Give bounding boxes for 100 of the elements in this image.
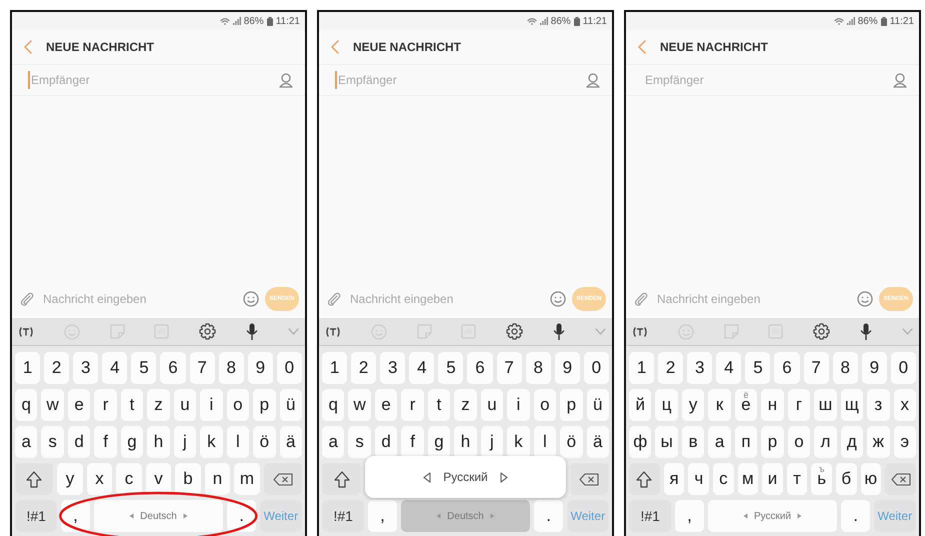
key[interactable]: 8 — [526, 352, 551, 384]
message-field[interactable]: Nachricht eingeben — [347, 290, 544, 308]
key[interactable]: d — [68, 426, 90, 458]
key[interactable]: e — [374, 389, 398, 421]
key[interactable]: q — [322, 389, 344, 421]
key[interactable]: s — [41, 426, 64, 458]
key[interactable]: ö — [253, 426, 276, 458]
key[interactable]: r — [401, 389, 424, 421]
key[interactable]: в — [682, 426, 704, 458]
settings-button[interactable] — [506, 323, 524, 340]
message-field[interactable]: Nachricht eingeben — [40, 290, 237, 308]
key[interactable]: 6 — [160, 352, 186, 384]
key[interactable]: щ — [840, 389, 864, 421]
key[interactable]: й — [629, 389, 652, 421]
key[interactable]: y — [57, 463, 83, 495]
key[interactable]: d — [374, 426, 398, 458]
back-button[interactable] — [638, 40, 646, 54]
key[interactable]: п — [734, 426, 758, 458]
recipient-field[interactable]: Empfänger — [28, 71, 279, 89]
key[interactable]: j — [174, 426, 196, 458]
key[interactable]: b — [175, 463, 201, 495]
collapse-button[interactable] — [594, 328, 606, 335]
key[interactable]: l — [534, 426, 556, 458]
key[interactable]: л — [814, 426, 837, 458]
key[interactable]: 1 — [15, 352, 40, 384]
key[interactable]: g — [120, 426, 144, 458]
shift-key[interactable] — [322, 463, 362, 495]
key[interactable]: ъь — [811, 463, 832, 495]
key[interactable]: f — [94, 426, 117, 458]
recipient-field[interactable]: Empfänger — [642, 71, 893, 89]
key[interactable]: f — [401, 426, 424, 458]
key[interactable]: ж — [867, 426, 890, 458]
shift-key[interactable] — [629, 463, 660, 495]
key[interactable]: и — [762, 463, 783, 495]
key[interactable]: ü — [586, 389, 609, 421]
key[interactable]: ш — [814, 389, 837, 421]
key[interactable]: z — [147, 389, 170, 421]
key[interactable]: u — [174, 389, 196, 421]
key[interactable]: 7 — [496, 352, 522, 384]
key[interactable]: ф — [629, 426, 652, 458]
key[interactable]: 0 — [276, 352, 302, 384]
key[interactable]: 4 — [716, 352, 742, 384]
key[interactable]: 3 — [380, 352, 406, 384]
back-button[interactable] — [24, 40, 32, 54]
emoji-button[interactable] — [243, 291, 259, 307]
key[interactable]: о — [788, 426, 810, 458]
key[interactable]: 3 — [73, 352, 98, 384]
key[interactable]: я — [664, 463, 684, 495]
key[interactable]: 5 — [745, 352, 770, 384]
message-field[interactable]: Nachricht eingeben — [654, 290, 851, 308]
key[interactable]: c — [116, 463, 142, 495]
key[interactable]: м — [738, 463, 758, 495]
key[interactable]: x — [86, 463, 112, 495]
key[interactable]: н — [761, 389, 784, 421]
key[interactable]: i — [200, 389, 223, 421]
attach-button[interactable] — [634, 292, 648, 306]
backspace-key[interactable] — [570, 463, 609, 495]
key[interactable]: t — [428, 389, 450, 421]
key[interactable]: г — [788, 389, 810, 421]
key[interactable]: 2 — [44, 352, 70, 384]
key[interactable]: j — [480, 426, 504, 458]
key[interactable]: ä — [586, 426, 609, 458]
key[interactable]: 4 — [102, 352, 128, 384]
key[interactable]: б — [836, 463, 856, 495]
key[interactable]: 9 — [554, 352, 580, 384]
key[interactable]: ü — [280, 389, 302, 421]
key[interactable]: o — [226, 389, 250, 421]
settings-button[interactable] — [813, 323, 830, 340]
symbols-key[interactable]: !#1 — [322, 500, 364, 532]
key[interactable]: 3 — [687, 352, 712, 384]
key[interactable]: . — [841, 500, 870, 532]
attach-button[interactable] — [20, 292, 34, 306]
key[interactable]: с — [713, 463, 734, 495]
key[interactable]: д — [840, 426, 864, 458]
key[interactable]: 4 — [409, 352, 434, 384]
key[interactable]: w — [41, 389, 64, 421]
key[interactable]: 6 — [774, 352, 800, 384]
key[interactable]: 1 — [629, 352, 654, 384]
key[interactable]: ä — [280, 426, 302, 458]
symbols-key[interactable]: !#1 — [629, 500, 672, 532]
key[interactable]: s — [348, 426, 371, 458]
key[interactable]: 5 — [131, 352, 156, 384]
key[interactable]: l — [226, 426, 250, 458]
key[interactable]: у — [682, 389, 704, 421]
microphone-button[interactable] — [553, 323, 566, 340]
key[interactable]: k — [507, 426, 530, 458]
key[interactable]: t — [120, 389, 144, 421]
key[interactable]: х — [894, 389, 916, 421]
key[interactable]: 5 — [438, 352, 464, 384]
key[interactable]: r — [94, 389, 117, 421]
key[interactable]: э — [894, 426, 916, 458]
collapse-button[interactable] — [902, 328, 913, 335]
key[interactable]: a — [15, 426, 38, 458]
attach-button[interactable] — [327, 292, 341, 306]
key[interactable]: ы — [655, 426, 678, 458]
key[interactable]: p — [253, 389, 276, 421]
key[interactable]: а — [708, 426, 731, 458]
key[interactable]: з — [867, 389, 890, 421]
space-key[interactable]: Deutsch — [94, 500, 224, 532]
key[interactable]: i — [507, 389, 530, 421]
